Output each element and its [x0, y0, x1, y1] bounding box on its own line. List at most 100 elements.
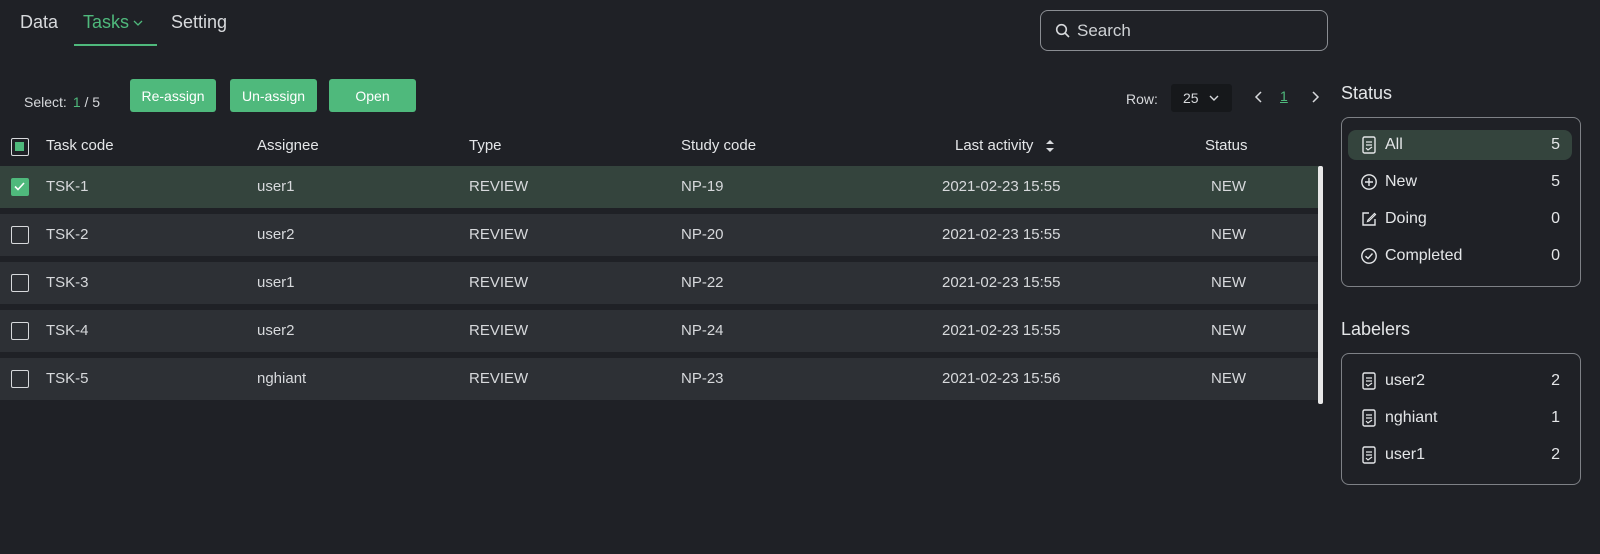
- document-icon: [1360, 372, 1378, 390]
- page-number[interactable]: 1: [1280, 88, 1288, 104]
- cell-study-code: NP-24: [681, 322, 724, 339]
- cell-assignee: user1: [257, 178, 295, 195]
- prev-page-button[interactable]: [1250, 86, 1268, 108]
- chevron-left-icon: [1254, 91, 1262, 103]
- status-filter-label: Completed: [1385, 247, 1463, 264]
- status-filter-item[interactable]: Completed 0: [1348, 241, 1572, 271]
- status-filter-item[interactable]: All 5: [1348, 130, 1572, 160]
- cell-task-code: TSK-5: [46, 370, 89, 387]
- status-panel: All 5 New 5 Doing 0 Completed 0: [1341, 117, 1581, 287]
- cell-assignee: user2: [257, 322, 295, 339]
- cell-type: REVIEW: [469, 226, 529, 243]
- edit-icon: [1360, 210, 1378, 228]
- search-icon: [1055, 23, 1070, 38]
- rows-per-page-select[interactable]: 25: [1171, 84, 1232, 112]
- table-row[interactable]: TSK-3 user1 REVIEW NP-22 2021-02-23 15:55 NEW: [0, 262, 1322, 304]
- plus-circle-icon: [1360, 173, 1378, 191]
- cell-study-code: NP-22: [681, 274, 724, 291]
- unassign-label: Un-assign: [241, 87, 306, 104]
- labelers-panel: user2 2 nghiant 1 user1 2: [1341, 353, 1581, 485]
- reassign-button[interactable]: Re-assign: [130, 79, 216, 112]
- labeler-filter-label: user2: [1385, 372, 1426, 389]
- row-checkbox[interactable]: [11, 178, 29, 196]
- tab-tasks[interactable]: Tasks: [83, 12, 144, 33]
- labeler-filter-label: user1: [1385, 446, 1426, 463]
- document-icon: [1360, 446, 1378, 464]
- header-type[interactable]: Type: [469, 137, 502, 154]
- row-checkbox[interactable]: [11, 274, 29, 292]
- labeler-filter-item[interactable]: nghiant 1: [1348, 403, 1572, 433]
- cell-status: NEW: [1211, 178, 1246, 195]
- row-checkbox[interactable]: [11, 322, 29, 340]
- labeler-filter-item[interactable]: user2 2: [1348, 366, 1572, 396]
- header-last-activity[interactable]: Last activity: [955, 137, 1056, 154]
- cell-assignee: nghiant: [257, 370, 307, 387]
- cell-type: REVIEW: [469, 178, 529, 195]
- status-panel-title: Status: [1341, 83, 1393, 103]
- cell-study-code: NP-20: [681, 226, 724, 243]
- cell-study-code: NP-23: [681, 370, 724, 387]
- row-checkbox[interactable]: [11, 226, 29, 244]
- labeler-filter-label: nghiant: [1385, 409, 1438, 426]
- search-input[interactable]: [1077, 20, 1317, 41]
- header-status[interactable]: Status: [1205, 137, 1248, 154]
- cell-last-activity: 2021-02-23 15:55: [942, 226, 1061, 243]
- tab-data[interactable]: Data: [20, 12, 58, 33]
- open-label: Open: [355, 87, 390, 104]
- cell-status: NEW: [1211, 370, 1246, 387]
- tab-setting-label: Setting: [171, 12, 228, 32]
- document-icon: [1360, 136, 1378, 154]
- table-scrollbar[interactable]: [1318, 166, 1323, 404]
- header-study-code[interactable]: Study code: [681, 137, 756, 154]
- cell-status: NEW: [1211, 226, 1246, 243]
- reassign-label: Re-assign: [141, 87, 205, 104]
- table-row[interactable]: TSK-5 nghiant REVIEW NP-23 2021-02-23 15:56 N…: [0, 358, 1322, 400]
- labeler-filter-item[interactable]: user1 2: [1348, 440, 1572, 470]
- labeler-filter-count: 2: [1551, 446, 1560, 463]
- cell-status: NEW: [1211, 322, 1246, 339]
- cell-type: REVIEW: [469, 274, 529, 291]
- cell-type: REVIEW: [469, 322, 529, 339]
- table-header: Task code Assignee Type Study code Last …: [0, 128, 1322, 164]
- tab-data-label: Data: [20, 12, 59, 32]
- selection-count: Select: 1 / 5: [24, 94, 100, 110]
- select-all-checkbox[interactable]: [11, 138, 29, 156]
- status-filter-label: All: [1385, 136, 1403, 153]
- status-filter-count: 0: [1551, 210, 1560, 227]
- select-label: Select:: [24, 94, 67, 110]
- status-filter-item[interactable]: New 5: [1348, 167, 1572, 197]
- cell-last-activity: 2021-02-23 15:55: [942, 274, 1061, 291]
- active-tab-indicator: [74, 44, 157, 46]
- header-task-code[interactable]: Task code: [46, 137, 114, 154]
- cell-study-code: NP-19: [681, 178, 724, 195]
- status-filter-count: 0: [1551, 247, 1560, 264]
- table-row[interactable]: TSK-4 user2 REVIEW NP-24 2021-02-23 15:55 NEW: [0, 310, 1322, 352]
- cell-last-activity: 2021-02-23 15:55: [942, 322, 1061, 339]
- status-filter-item[interactable]: Doing 0: [1348, 204, 1572, 234]
- next-page-button[interactable]: [1306, 86, 1324, 108]
- open-button[interactable]: Open: [329, 79, 416, 112]
- labeler-filter-count: 2: [1551, 372, 1560, 389]
- cell-status: NEW: [1211, 274, 1246, 291]
- chevron-right-icon: [1312, 91, 1320, 103]
- document-icon: [1360, 409, 1378, 427]
- search-box[interactable]: [1040, 10, 1328, 51]
- cell-task-code: TSK-1: [46, 178, 89, 195]
- header-last-activity-label: Last activity: [955, 137, 1034, 154]
- cell-task-code: TSK-4: [46, 322, 89, 339]
- status-filter-label: Doing: [1385, 210, 1427, 227]
- table-row[interactable]: TSK-1 user1 REVIEW NP-19 2021-02-23 15:55 NEW: [0, 166, 1322, 208]
- cell-assignee: user2: [257, 226, 295, 243]
- table-row[interactable]: TSK-2 user2 REVIEW NP-20 2021-02-23 15:55 NEW: [0, 214, 1322, 256]
- cell-task-code: TSK-2: [46, 226, 89, 243]
- cell-last-activity: 2021-02-23 15:56: [942, 370, 1061, 387]
- header-assignee[interactable]: Assignee: [257, 137, 319, 154]
- labeler-filter-count: 1: [1551, 409, 1560, 426]
- row-checkbox[interactable]: [11, 370, 29, 388]
- chevron-down-icon: [133, 20, 143, 27]
- rows-per-page-label: Row:: [1126, 91, 1158, 107]
- tab-setting[interactable]: Setting: [171, 12, 227, 33]
- cell-assignee: user1: [257, 274, 295, 291]
- unassign-button[interactable]: Un-assign: [230, 79, 317, 112]
- status-filter-count: 5: [1551, 136, 1560, 153]
